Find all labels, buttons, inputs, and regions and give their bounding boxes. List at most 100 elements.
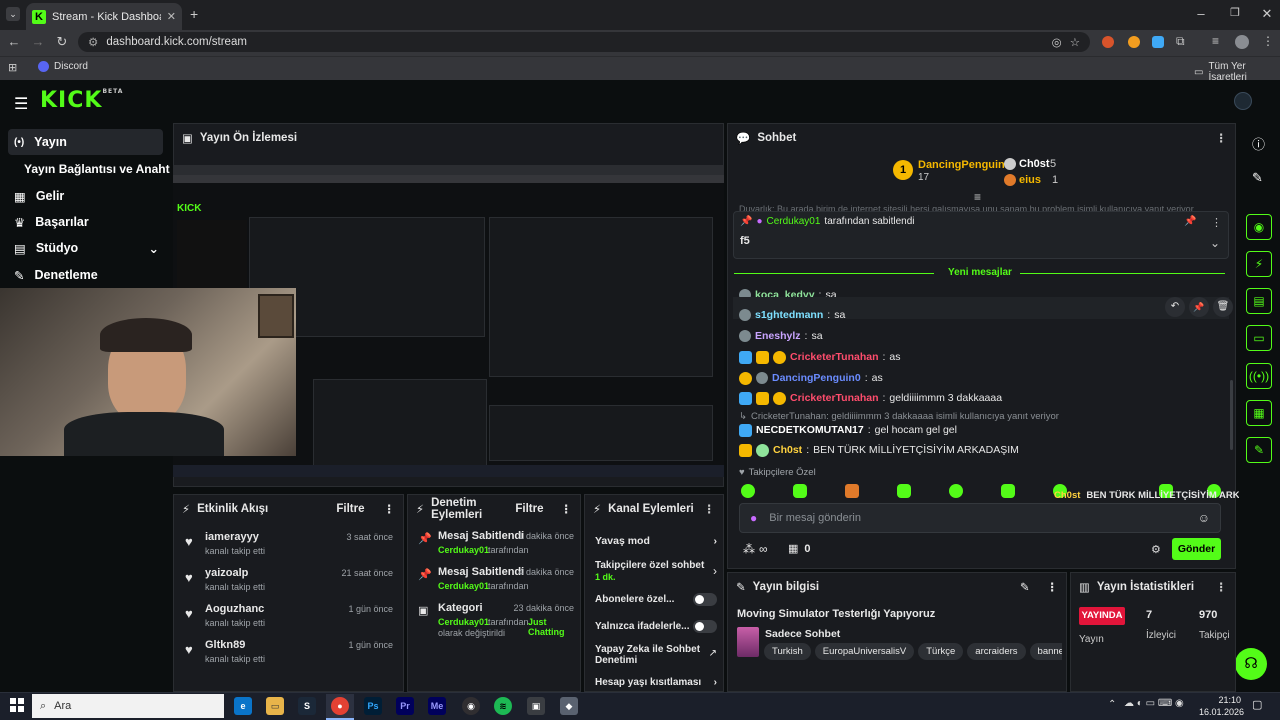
extensions-puzzle-icon[interactable]: ⧉ bbox=[1176, 34, 1185, 49]
sidebar-item-stream-key[interactable]: Yayın Bağlantısı ve Anahtarı bbox=[18, 156, 170, 182]
app-2-icon[interactable]: ◆ bbox=[560, 697, 578, 715]
app-icon[interactable]: ▣ bbox=[527, 697, 545, 715]
slow-mode-row[interactable]: Yavaş mod › bbox=[595, 535, 717, 547]
extension-3-icon[interactable] bbox=[1152, 36, 1164, 48]
emote-6-icon[interactable] bbox=[1001, 484, 1015, 498]
chat-message[interactable]: DancingPenguin0: as bbox=[739, 369, 883, 387]
browser-menu-icon[interactable]: ⋮ bbox=[1262, 34, 1274, 48]
chat-user[interactable]: DancingPenguin0 bbox=[772, 372, 861, 384]
browser-tab[interactable]: K Stream - Kick Dashboard ✕ bbox=[26, 3, 182, 30]
tab-close-icon[interactable]: ✕ bbox=[167, 10, 176, 23]
file-explorer-icon[interactable]: ▭ bbox=[266, 697, 284, 715]
mod-action-item[interactable]: 📌 Mesaj Sabitlendi 4 dakika önce Cerduka… bbox=[416, 566, 576, 602]
chat-message[interactable]: Eneshylz: sa bbox=[739, 327, 823, 345]
emote-1-icon[interactable] bbox=[741, 484, 755, 498]
age-limit-row[interactable]: Hesap yaşı kısıtlaması › bbox=[595, 677, 717, 688]
activity-menu-icon[interactable]: ⋮ bbox=[384, 502, 396, 516]
chat-user[interactable]: CricketerTunahan bbox=[790, 351, 879, 363]
chat-message[interactable]: NECDETKOMUTAN17: gel hocam gel gel bbox=[739, 421, 957, 439]
mic-icon[interactable]: ● bbox=[750, 511, 757, 525]
tray-chevron-icon[interactable]: ⌃ bbox=[1108, 699, 1116, 710]
apps-grid-icon[interactable]: ⊞ bbox=[8, 61, 17, 74]
edit-stream-info-icon[interactable]: ✎ bbox=[1020, 580, 1030, 594]
stream-stats-menu-icon[interactable]: ⋮ bbox=[1216, 580, 1228, 594]
notification-icon[interactable]: ▢ bbox=[1252, 698, 1262, 711]
taskbar-search[interactable]: ⌕ Ara bbox=[32, 694, 224, 718]
ai-mod-row[interactable]: Yapay Zeka ile Sohbet Denetimi ↗ bbox=[595, 644, 717, 668]
chat-menu-icon[interactable]: ⋮ bbox=[1216, 131, 1228, 145]
tray-icons[interactable]: ☁ ◐ ▭ ⌨ ◉ bbox=[1124, 698, 1184, 709]
stream-info-menu-icon[interactable]: ⋮ bbox=[1047, 580, 1059, 594]
emote-3-icon[interactable] bbox=[845, 484, 859, 498]
mod-action-item[interactable]: 📌 Mesaj Sabitlendi 1 dakika önce Cerduka… bbox=[416, 530, 576, 566]
gifter-2-name[interactable]: Ch0st bbox=[1019, 158, 1050, 170]
minimize-icon[interactable]: – bbox=[1192, 6, 1210, 21]
media-encoder-icon[interactable]: Me bbox=[428, 697, 446, 715]
windows-start-icon[interactable] bbox=[10, 698, 24, 712]
window-close-icon[interactable]: ✕ bbox=[1258, 6, 1276, 22]
gifter-3-name[interactable]: eius bbox=[1019, 174, 1041, 186]
emote-2-icon[interactable] bbox=[793, 484, 807, 498]
url-field[interactable]: ⚙ dashboard.kick.com/stream ◎ ☆ bbox=[78, 32, 1090, 52]
user-avatar[interactable] bbox=[1234, 92, 1252, 110]
emote-5-icon[interactable] bbox=[949, 484, 963, 498]
send-button[interactable]: Gönder bbox=[1172, 538, 1221, 560]
activity-item[interactable]: ♥ Aoguzhanc kanalı takip etti 1 gün önce bbox=[183, 603, 397, 633]
chat-message[interactable]: Ch0st: BEN TÜRK MİLLİYETÇİSİYİM ARKADAŞI… bbox=[739, 441, 1019, 459]
activity-filter-button[interactable]: Filtre bbox=[336, 503, 364, 515]
reading-list-icon[interactable]: ≡ bbox=[1212, 34, 1219, 48]
chat-message[interactable]: CricketerTunahan: geldiiiimmm 3 dakkaaaa bbox=[739, 389, 1002, 407]
mod-menu-icon[interactable]: ⋮ bbox=[561, 502, 573, 516]
edge-icon[interactable]: e bbox=[234, 697, 252, 715]
photoshop-icon[interactable]: Ps bbox=[364, 697, 382, 715]
activity-item[interactable]: ♥ iamerayyy kanalı takip etti 3 saat önc… bbox=[183, 531, 397, 561]
stream-tag[interactable]: arcraiders bbox=[967, 643, 1026, 660]
sidebar-item-gelir[interactable]: ▦ Gelir bbox=[8, 183, 163, 209]
chat-user[interactable]: s1ghtedmann bbox=[755, 309, 823, 321]
edit-pencil-icon[interactable]: ✎ bbox=[1252, 170, 1263, 186]
info-icon[interactable]: ⓘ bbox=[1252, 134, 1265, 153]
stream-tag[interactable]: bannerlord bbox=[1029, 643, 1062, 660]
rail-chat-button[interactable]: ▭ bbox=[1246, 325, 1272, 351]
chat-user[interactable]: Ch0st bbox=[773, 444, 802, 456]
emotes-only-toggle[interactable] bbox=[693, 620, 717, 633]
forward-icon[interactable]: → bbox=[30, 34, 46, 49]
profile-avatar[interactable] bbox=[1235, 35, 1249, 49]
rail-tools-button[interactable]: ✎ bbox=[1246, 437, 1272, 463]
chat-input[interactable]: ● Bir mesaj gönderin ☺ bbox=[739, 503, 1221, 533]
pin-message-icon[interactable]: 📌 bbox=[1189, 297, 1209, 317]
emote-4-icon[interactable] bbox=[897, 484, 911, 498]
chat-message[interactable]: s1ghtedmann: sa bbox=[739, 306, 845, 324]
new-tab-icon[interactable]: + bbox=[190, 6, 198, 22]
activity-item[interactable]: ♥ yaizoalp kanalı takip etti 21 saat önc… bbox=[183, 567, 397, 597]
spotify-icon[interactable]: ≋ bbox=[494, 697, 512, 715]
sidebar-item-basarilar[interactable]: ♛ Başarılar bbox=[8, 209, 163, 235]
mod-filter-button[interactable]: Filtre bbox=[515, 503, 543, 515]
top-gifter-name[interactable]: DancingPenguin0 bbox=[918, 159, 1011, 171]
rail-camera-button[interactable]: ◉ bbox=[1246, 214, 1272, 240]
activity-item[interactable]: ♥ Gltkn89 kanalı takip etti 1 gün önce bbox=[183, 639, 397, 669]
mod-action-item[interactable]: ▣ Kategori 23 dakika önce Cerdukay01 tar… bbox=[416, 602, 576, 642]
kick-logo[interactable]: KICKBETA bbox=[40, 88, 123, 113]
subs-only-toggle[interactable] bbox=[693, 593, 717, 606]
bookmark-discord[interactable]: Discord bbox=[38, 61, 88, 72]
channel-actions-menu-icon[interactable]: ⋮ bbox=[704, 502, 716, 516]
chat-stat-points[interactable]: ▦ 0 bbox=[788, 542, 811, 556]
chat-settings-gear-icon[interactable]: ⚙ bbox=[1151, 543, 1161, 556]
hamburger-menu-icon[interactable]: ☰ bbox=[14, 94, 28, 114]
rail-broadcast-button[interactable]: ((•)) bbox=[1246, 363, 1272, 389]
sidebar-item-denetleme[interactable]: ✎ Denetleme bbox=[8, 262, 163, 288]
chat-stat-infinite[interactable]: ⁂ ∞ bbox=[743, 542, 768, 556]
rail-bolt-button[interactable]: ⚡ bbox=[1246, 251, 1272, 277]
sidebar-item-studyo[interactable]: ▤ Stüdyo ⌄ bbox=[8, 235, 163, 261]
rail-clipboard-button[interactable]: ▤ bbox=[1246, 288, 1272, 314]
premiere-icon[interactable]: Pr bbox=[396, 697, 414, 715]
pinned-expand-icon[interactable]: ⌄ bbox=[1210, 236, 1220, 250]
extension-2-icon[interactable] bbox=[1128, 36, 1140, 48]
stream-tag[interactable]: Türkçe bbox=[918, 643, 964, 660]
chat-user[interactable]: NECDETKOMUTAN17 bbox=[756, 424, 864, 436]
chat-message[interactable]: CricketerTunahan: as bbox=[739, 348, 901, 366]
site-info-icon[interactable]: ⚙ bbox=[88, 35, 98, 49]
chat-scrollbar[interactable] bbox=[1230, 380, 1233, 450]
pinned-menu-icon[interactable]: ⋮ bbox=[1211, 216, 1222, 229]
